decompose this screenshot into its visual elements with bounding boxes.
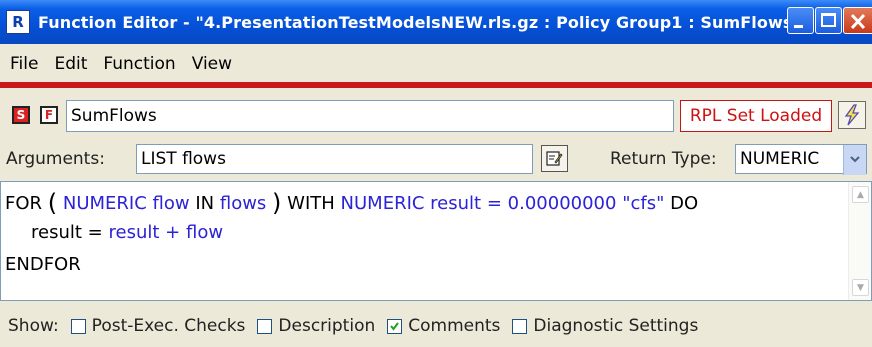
- arguments-input[interactable]: LIST flows: [136, 144, 533, 174]
- token-list-var: flows: [219, 193, 267, 214]
- lightning-icon: [844, 104, 860, 126]
- show-options-bar: Show: Post-Exec. Checks Description Comm…: [0, 308, 872, 344]
- app-icon-letter: R: [12, 13, 24, 31]
- minimize-icon: [794, 25, 803, 28]
- menu-edit[interactable]: Edit: [54, 54, 87, 74]
- token-open-paren: (: [47, 189, 58, 217]
- token-flow: flow: [186, 222, 224, 243]
- token-result-ref: result: [108, 222, 160, 243]
- arguments-label: Arguments:: [6, 149, 105, 169]
- comments-label: Comments: [408, 316, 501, 336]
- function-name-value: SumFlows: [71, 106, 157, 126]
- return-type-value: NUMERIC: [740, 149, 820, 169]
- return-type-select[interactable]: NUMERIC: [735, 144, 867, 175]
- code-line-3: ENDFOR: [5, 254, 81, 275]
- comments-checkbox[interactable]: Comments: [387, 316, 500, 336]
- vertical-scrollbar[interactable]: ▲ ▼: [848, 182, 871, 300]
- arguments-value: LIST flows: [141, 149, 226, 169]
- window-title: Function Editor - "4.PresentationTestMod…: [38, 12, 801, 32]
- token-unit: "cfs": [622, 193, 665, 214]
- f-icon-label: F: [44, 108, 54, 122]
- lightning-button[interactable]: [838, 101, 866, 129]
- checkbox-icon[interactable]: [70, 318, 86, 334]
- rpl-status-badge: RPL Set Loaded: [680, 100, 832, 132]
- token-plus: +: [165, 222, 181, 243]
- token-result-decl: NUMERIC result: [340, 193, 482, 214]
- minimize-button[interactable]: [787, 7, 814, 34]
- code-editor[interactable]: FOR ( NUMERIC flow IN flows ) WITH NUMER…: [0, 181, 872, 301]
- checkbox-icon[interactable]: [257, 318, 273, 334]
- code-line-2: result = result + flow: [31, 222, 223, 243]
- close-icon: [850, 13, 866, 30]
- accent-divider: [0, 82, 872, 88]
- close-button[interactable]: [843, 7, 872, 34]
- token-do: DO: [670, 193, 699, 214]
- token-loop-var: NUMERIC flow: [62, 193, 190, 214]
- checkbox-checked-icon[interactable]: [387, 318, 403, 334]
- show-label: Show:: [8, 316, 59, 336]
- maximize-icon: [821, 13, 836, 27]
- app-logo-icon: R: [6, 10, 30, 34]
- return-type-label: Return Type:: [610, 149, 717, 169]
- menu-view[interactable]: View: [192, 54, 232, 74]
- post-exec-checks-checkbox[interactable]: Post-Exec. Checks: [70, 316, 246, 336]
- token-assign: =: [486, 193, 502, 214]
- code-line-1: FOR ( NUMERIC flow IN flows ) WITH NUMER…: [5, 189, 698, 217]
- function-name-input[interactable]: SumFlows: [66, 100, 674, 132]
- token-close-paren: ): [272, 189, 282, 217]
- maximize-button[interactable]: [815, 7, 842, 34]
- f-icon[interactable]: F: [40, 106, 58, 124]
- token-result: result: [31, 222, 82, 243]
- token-for: FOR: [5, 193, 43, 214]
- scroll-down-icon[interactable]: ▼: [852, 279, 869, 296]
- signature-row: Arguments: LIST flows Return Type: NUMER…: [0, 142, 872, 176]
- token-with: WITH: [287, 193, 335, 214]
- menu-function[interactable]: Function: [103, 54, 175, 74]
- s-icon[interactable]: S: [12, 106, 30, 124]
- menu-bar: File Edit Function View: [0, 44, 872, 84]
- title-bar: R Function Editor - "4.PresentationTestM…: [0, 0, 872, 44]
- diagnostic-settings-label: Diagnostic Settings: [533, 316, 699, 336]
- token-equals: =: [87, 222, 103, 243]
- post-exec-checks-label: Post-Exec. Checks: [91, 316, 246, 336]
- token-in: IN: [195, 193, 215, 214]
- function-name-row: S F SumFlows RPL Set Loaded: [0, 98, 872, 134]
- s-icon-label: S: [16, 108, 26, 122]
- checkbox-icon[interactable]: [512, 318, 528, 334]
- chevron-down-icon[interactable]: [843, 145, 866, 175]
- edit-arguments-button[interactable]: [541, 145, 568, 172]
- description-checkbox[interactable]: Description: [257, 316, 375, 336]
- edit-icon: [546, 151, 563, 166]
- description-label: Description: [278, 316, 376, 336]
- menu-file[interactable]: File: [10, 54, 38, 74]
- token-number: 0.00000000: [507, 193, 617, 214]
- diagnostic-settings-checkbox[interactable]: Diagnostic Settings: [512, 316, 698, 336]
- scroll-up-icon[interactable]: ▲: [852, 186, 869, 203]
